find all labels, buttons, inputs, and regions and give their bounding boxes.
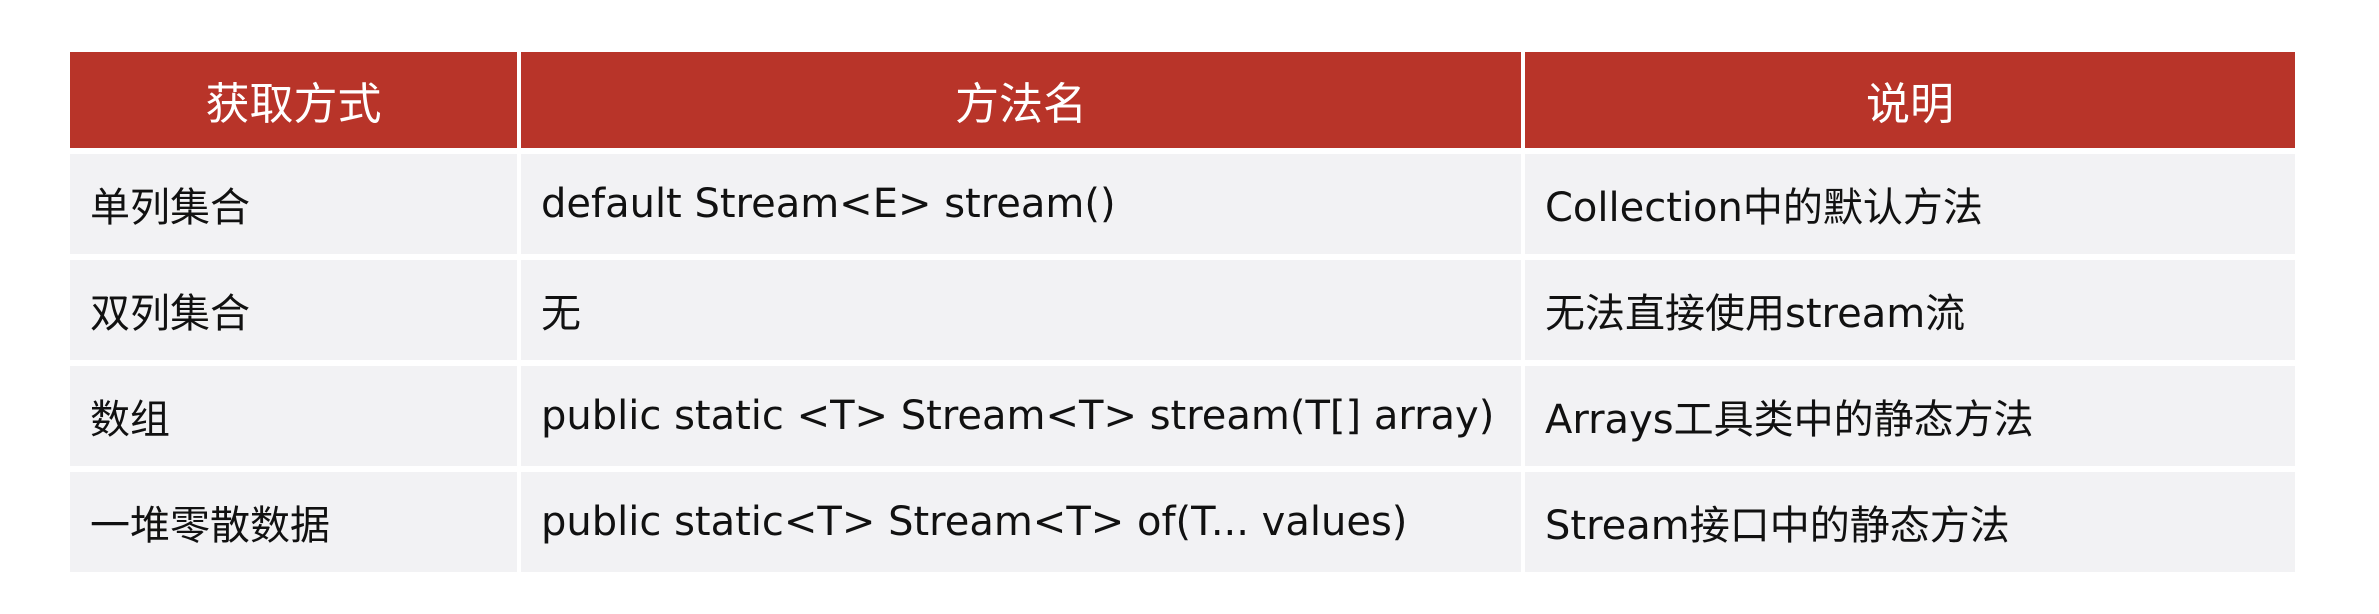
table-cell: 双列集合	[70, 254, 517, 360]
table-cell: 单列集合	[70, 148, 517, 254]
table-cell: Arrays工具类中的静态方法	[1525, 360, 2295, 466]
table-cell: 数组	[70, 360, 517, 466]
table-cell: 无	[521, 254, 1521, 360]
table-cell: 无法直接使用stream流	[1525, 254, 2295, 360]
table-cell: public static<T> Stream<T> of(T... value…	[521, 466, 1521, 572]
header-cell-method-name: 方法名	[521, 52, 1521, 148]
stream-methods-table: 获取方式 方法名 说明 单列集合 default Stream<E> strea…	[70, 52, 2295, 572]
header-cell-description: 说明	[1525, 52, 2295, 148]
table-cell: Stream接口中的静态方法	[1525, 466, 2295, 572]
table-cell: default Stream<E> stream()	[521, 148, 1521, 254]
header-cell-method-type: 获取方式	[70, 52, 517, 148]
table-cell: Collection中的默认方法	[1525, 148, 2295, 254]
table-cell: 一堆零散数据	[70, 466, 517, 572]
table-cell: public static <T> Stream<T> stream(T[] a…	[521, 360, 1521, 466]
